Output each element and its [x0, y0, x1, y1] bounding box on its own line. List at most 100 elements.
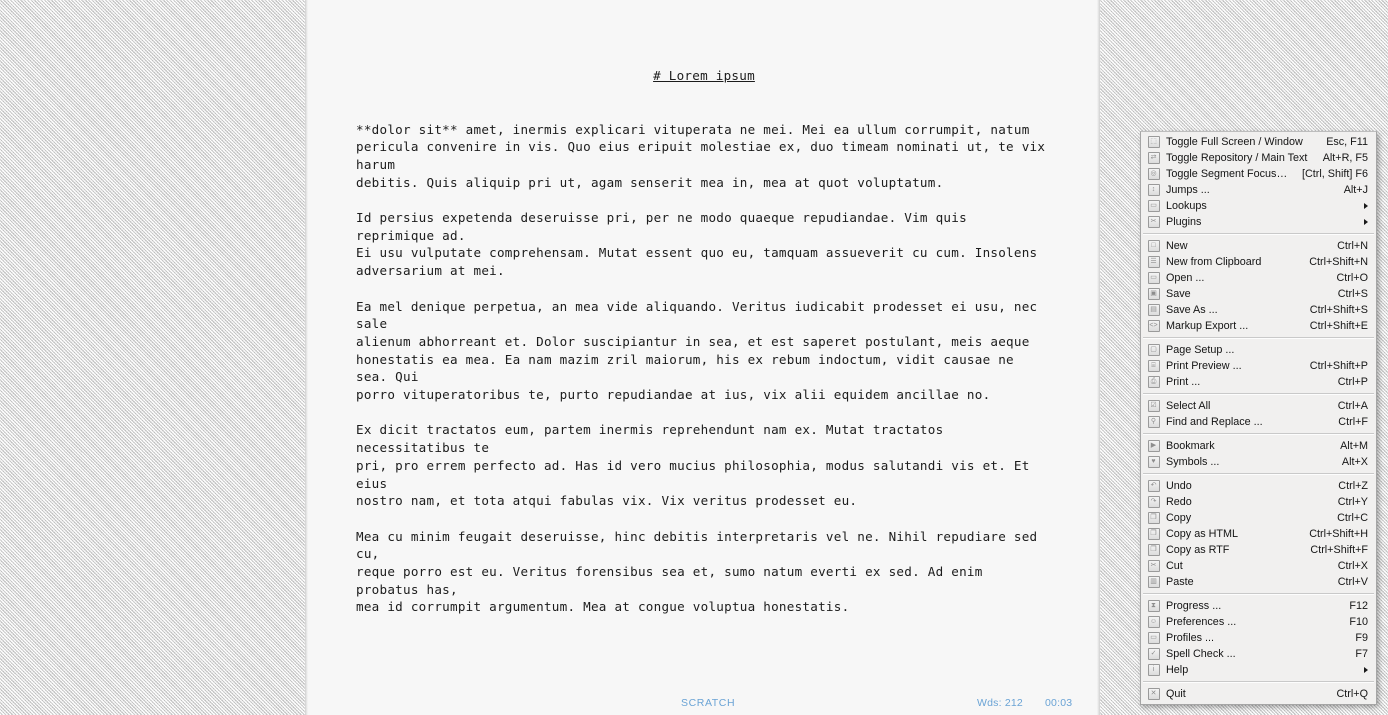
menu-item-new[interactable]: □ New Ctrl+N [1141, 238, 1376, 254]
menu-icon-slot: ⧗ [1141, 600, 1166, 612]
menu-item-select-all[interactable]: ☑ Select All Ctrl+A [1141, 398, 1376, 414]
menu-item-label: Quit [1166, 688, 1186, 700]
menu-item-markup-export[interactable]: <> Markup Export ... Ctrl+Shift+E [1141, 318, 1376, 334]
print-preview-icon: ⌸ [1147, 360, 1160, 372]
help-icon: i [1147, 664, 1160, 676]
menu-item-lookups[interactable]: ▭ Lookups [1141, 198, 1376, 214]
menu-item-plugins[interactable]: ✂ Plugins [1141, 214, 1376, 230]
menu-item-open[interactable]: ▭ Open ... Ctrl+O [1141, 270, 1376, 286]
menu-item-label: Toggle Full Screen / Window [1166, 136, 1303, 148]
menu-item-find-and-replace[interactable]: ⚲ Find and Replace ... Ctrl+F [1141, 414, 1376, 430]
document-text[interactable]: # Lorem ipsum **dolor sit** amet, inermi… [356, 32, 1052, 652]
menu-item-label: Save As ... [1166, 304, 1218, 316]
menu-item-symbols[interactable]: ♥ Symbols ... Alt+X [1141, 454, 1376, 470]
menu-item-shortcut: [Ctrl, Shift] F6 [1302, 168, 1368, 180]
menu-item-save[interactable]: ▣ Save Ctrl+S [1141, 286, 1376, 302]
paragraph: Ea mel denique perpetua, an mea vide ali… [356, 298, 1038, 403]
menu-item-progress[interactable]: ⧗ Progress ... F12 [1141, 598, 1376, 614]
menu-item-preferences[interactable]: ☺ Preferences ... F10 [1141, 614, 1376, 630]
open-folder-icon: ▭ [1147, 272, 1160, 284]
menu-item-label: Print Preview ... [1166, 360, 1242, 372]
menu-icon-slot: ▣ [1141, 288, 1166, 300]
menu-icon-slot: ▥ [1141, 576, 1166, 588]
menu-icon-slot: ✕ [1141, 688, 1166, 700]
copy-rtf-icon: ❐ [1147, 544, 1160, 556]
menu-item-paste[interactable]: ▥ Paste Ctrl+V [1141, 574, 1376, 590]
jumps-icon: ↕ [1147, 184, 1160, 196]
menu-item-label: Plugins [1166, 216, 1202, 228]
menu-item-shortcut: Alt+J [1343, 184, 1368, 196]
menu-item-help[interactable]: i Help [1141, 662, 1376, 678]
menu-item-redo[interactable]: ↷ Redo Ctrl+Y [1141, 494, 1376, 510]
menu-item-copy[interactable]: ❐ Copy Ctrl+C [1141, 510, 1376, 526]
lookups-icon: ▭ [1147, 200, 1160, 212]
menu-item-shortcut: Ctrl+O [1336, 272, 1369, 284]
status-word-count[interactable]: Wds: 212 [977, 697, 1023, 709]
menu-item-print-preview[interactable]: ⌸ Print Preview ... Ctrl+Shift+P [1141, 358, 1376, 374]
menu-icon-slot: ✂ [1141, 560, 1166, 572]
menu-item-label: New [1166, 240, 1188, 252]
menu-icon-slot: ⚲ [1141, 416, 1166, 428]
progress-icon: ⧗ [1147, 600, 1160, 612]
menu-item-label: Markup Export ... [1166, 320, 1249, 332]
menu-item-toggle-repository-main-text[interactable]: ⇄ Toggle Repository / Main Text Alt+R, F5 [1141, 150, 1376, 166]
menu-item-shortcut: Ctrl+P [1337, 376, 1368, 388]
undo-icon: ↶ [1147, 480, 1160, 492]
menu-item-shortcut: Ctrl+Y [1337, 496, 1368, 508]
menu-item-label: Cut [1166, 560, 1183, 572]
plugins-icon: ✂ [1147, 216, 1160, 228]
menu-separator [1143, 233, 1374, 235]
bookmark-icon: ▶ [1147, 440, 1160, 452]
menu-icon-slot: ⬚ [1141, 136, 1166, 148]
paragraph: **dolor sit** amet, inermis explicari vi… [356, 121, 1046, 190]
menu-separator [1143, 593, 1374, 595]
menu-item-page-setup[interactable]: ▢ Page Setup ... [1141, 342, 1376, 358]
menu-separator [1143, 681, 1374, 683]
menu-item-bookmark[interactable]: ▶ Bookmark Alt+M [1141, 438, 1376, 454]
menu-item-label: Undo [1166, 480, 1192, 492]
markup-export-icon: <> [1147, 320, 1160, 332]
print-icon: ⎙ [1147, 376, 1160, 388]
menu-item-new-from-clipboard[interactable]: ☰ New from Clipboard Ctrl+Shift+N [1141, 254, 1376, 270]
menu-item-shortcut: Ctrl+Shift+H [1309, 528, 1368, 540]
menu-item-shortcut: Ctrl+X [1337, 560, 1368, 572]
menu-item-label: Toggle Repository / Main Text [1166, 152, 1308, 164]
menu-item-undo[interactable]: ↶ Undo Ctrl+Z [1141, 478, 1376, 494]
menu-item-toggle-full-screen-window[interactable]: ⬚ Toggle Full Screen / Window Esc, F11 [1141, 134, 1376, 150]
menu-item-shortcut: F9 [1355, 632, 1368, 644]
menu-item-label: Copy as RTF [1166, 544, 1230, 556]
menu-item-label: Copy as HTML [1166, 528, 1238, 540]
menu-icon-slot: ▢ [1141, 344, 1166, 356]
status-timer[interactable]: 00:03 [1045, 697, 1072, 709]
menu-item-cut[interactable]: ✂ Cut Ctrl+X [1141, 558, 1376, 574]
menu-icon-slot: ✓ [1141, 648, 1166, 660]
menu-item-label: Print ... [1166, 376, 1201, 388]
context-menu[interactable]: ⬚ Toggle Full Screen / Window Esc, F11 ⇄ Tog… [1140, 131, 1377, 705]
menu-icon-slot: ⎙ [1141, 376, 1166, 388]
menu-icon-slot: ▭ [1141, 200, 1166, 212]
document-page[interactable]: # Lorem ipsum **dolor sit** amet, inermi… [305, 0, 1100, 715]
spell-check-icon: ✓ [1147, 648, 1160, 660]
menu-icon-slot: ♥ [1141, 456, 1166, 468]
menu-item-copy-as-rtf[interactable]: ❐ Copy as RTF Ctrl+Shift+F [1141, 542, 1376, 558]
menu-item-save-as[interactable]: ▤ Save As ... Ctrl+Shift+S [1141, 302, 1376, 318]
menu-item-label: Save [1166, 288, 1191, 300]
menu-item-profiles[interactable]: ▭ Profiles ... F9 [1141, 630, 1376, 646]
menu-item-label: Page Setup ... [1166, 344, 1235, 356]
menu-item-spell-check[interactable]: ✓ Spell Check ... F7 [1141, 646, 1376, 662]
menu-item-shortcut: Ctrl+Shift+F [1310, 544, 1368, 556]
chevron-right-icon [1364, 667, 1368, 673]
menu-item-shortcut: Ctrl+Shift+P [1309, 360, 1368, 372]
menu-item-quit[interactable]: ✕ Quit Ctrl+Q [1141, 686, 1376, 702]
menu-icon-slot: ☰ [1141, 256, 1166, 268]
menu-item-copy-as-html[interactable]: ❐ Copy as HTML Ctrl+Shift+H [1141, 526, 1376, 542]
menu-item-label: Paste [1166, 576, 1194, 588]
find-replace-icon: ⚲ [1147, 416, 1160, 428]
menu-item-print[interactable]: ⎙ Print ... Ctrl+P [1141, 374, 1376, 390]
menu-item-jumps[interactable]: ↕ Jumps ... Alt+J [1141, 182, 1376, 198]
menu-item-toggle-segment-focus-on-off[interactable]: ◎ Toggle Segment Focus On / Off [Ctrl, Shi… [1141, 166, 1376, 182]
menu-item-shortcut: Ctrl+Shift+N [1309, 256, 1368, 268]
status-document-name[interactable]: SCRATCH [681, 697, 735, 709]
